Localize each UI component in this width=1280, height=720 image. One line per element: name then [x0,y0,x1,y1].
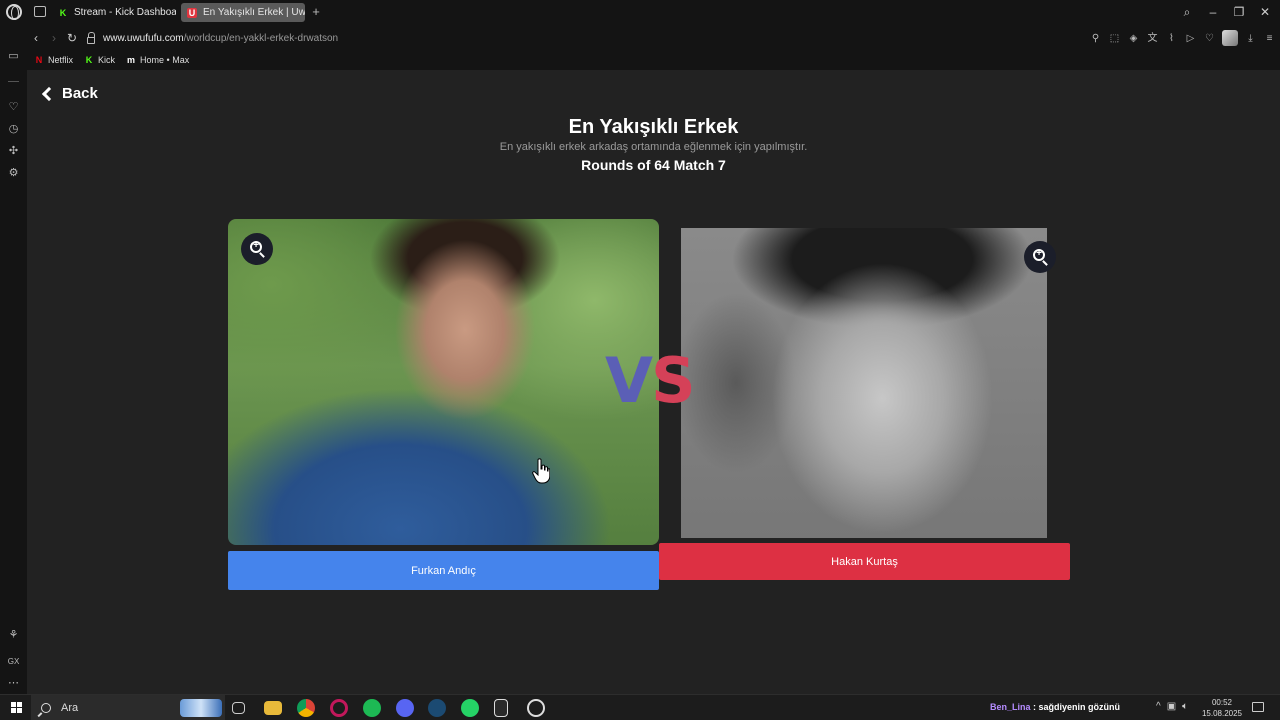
page-subtitle: En yakışıklı erkek arkadaş ortamında eğl… [499,141,808,153]
notifications-icon[interactable] [1252,702,1264,712]
kick-favicon-icon: K [59,7,67,18]
heart-icon[interactable]: ♡ [7,101,20,114]
right-candidate-button[interactable]: Hakan Kurtaş [659,543,1070,580]
extensions-icon[interactable]: ✣ [7,145,20,158]
url-field[interactable]: www.uwufufu.com/worldcup/en-yakkl-erkek-… [103,33,338,44]
vs-label: VS [605,344,696,417]
bookmarks-bar: N Netflix K Kick m Home • Max [27,50,1280,70]
new-tab-button[interactable]: + [310,5,322,19]
window-controls: ⌕ – ❐ ✕ [1180,4,1272,20]
restore-icon[interactable]: ❐ [1232,4,1246,20]
system-tray-icons: ^ ▣ 🔈︎ [1156,701,1188,712]
kick-icon: K [85,55,93,65]
forward-nav-icon[interactable]: › [45,31,63,45]
chevron-up-icon[interactable]: ^ [1156,701,1161,712]
netflix-icon: N [35,55,43,65]
url-domain: www.uwufufu.com [103,32,184,44]
back-nav-icon[interactable]: ‹ [27,31,45,45]
whatsapp-icon[interactable] [461,699,479,717]
snapshot-icon[interactable]: ⬚ [1108,32,1121,45]
sidebar-divider [8,81,19,82]
url-path: /worldcup/en-yakkl-erkek-drwatson [183,32,339,44]
windows-taskbar: Ara Ben_Lina : sağdiyenin gözünü ^ ▣ 🔈︎ … [0,694,1280,720]
left-candidate-photo[interactable] [228,219,659,545]
windows-start-icon[interactable] [11,702,22,713]
opera-gx-icon[interactable] [330,699,348,717]
bookmark-netflix[interactable]: N Netflix [35,55,73,65]
spotify-icon[interactable] [363,699,381,717]
chevron-left-icon [41,86,57,101]
taskbar-clock[interactable]: 00:52 15.08.2025 [1200,697,1244,719]
clock-time: 00:52 [1211,698,1233,707]
search-icon [41,702,51,713]
vs-letter-v: V [605,344,653,417]
vs-letter-s: S [650,344,696,417]
round-info: Rounds of 64 Match 7 [581,157,726,173]
personalize-icon[interactable]: ⌇ [1165,32,1178,45]
bookmark-label: Kick [98,55,116,65]
discord-icon[interactable] [396,699,414,717]
network-icon[interactable]: ▣ [1167,701,1176,712]
volume-icon[interactable]: 🔈︎ [1182,701,1188,712]
download-icon[interactable]: ⤓ [1244,32,1257,45]
bookmark-label: Home • Max [140,55,190,65]
settings-icon[interactable]: ⚙ [7,167,20,180]
customize-sidebar-icon[interactable]: ⚘ [7,629,20,642]
right-candidate-photo[interactable] [681,228,1047,538]
tray-chat-message: Ben_Lina : sağdiyenin gözünü [990,702,1120,712]
opera-logo-icon[interactable] [6,4,22,20]
hand-cursor-icon [532,458,550,484]
address-bar-actions: ⚲ ⬚ ◈ 文 ⌇ ▷ ♡ ⤓ ≡ [1089,30,1276,46]
zoom-handle [259,252,265,258]
history-icon[interactable]: ◷ [7,123,20,136]
zoom-left-button[interactable] [241,233,273,265]
lock-icon[interactable] [87,31,95,44]
tab-kick-dashboard[interactable]: K Stream - Kick Dashboard [52,3,176,22]
close-icon[interactable]: ✕ [1258,4,1272,20]
left-candidate-button[interactable]: Furkan Andıç [228,551,659,590]
send-icon[interactable]: ▷ [1184,32,1197,45]
reload-icon[interactable]: ↻ [63,31,81,45]
tab-label: Stream - Kick Dashboard [74,7,176,18]
page-title: En Yakışıklı Erkek [568,116,739,138]
address-bar: ‹ › ↻ www.uwufufu.com/worldcup/en-yakkl-… [27,26,1280,50]
bookmark-label: Netflix [48,55,74,65]
gx-icon[interactable]: GX [7,655,20,668]
tab-label: En Yakışıklı Erkek | UwUFufu [203,7,305,18]
task-view-icon[interactable] [232,702,245,714]
bookmark-max[interactable]: m Home • Max [127,55,189,65]
back-button[interactable]: Back [40,85,98,102]
search-placeholder: Ara [61,701,79,714]
minimize-icon[interactable]: – [1206,4,1220,20]
file-explorer-icon[interactable] [264,701,282,715]
tray-user: Ben_Lina [990,702,1031,712]
tab-island-icon[interactable] [34,6,46,17]
obs-icon[interactable] [527,699,545,717]
workspaces-icon[interactable]: ▭ [7,50,20,63]
heart-icon[interactable]: ♡ [1203,32,1216,45]
max-icon: m [127,55,136,65]
clock-date: 15.08.2025 [1201,709,1243,718]
shield-icon[interactable]: ◈ [1127,32,1140,45]
menu-icon[interactable]: ≡ [1263,32,1276,45]
tray-text: : sağdiyenin gözünü [1030,702,1121,712]
search-highlight-icon[interactable] [180,699,222,717]
translate-icon[interactable]: 文 [1146,32,1159,45]
bookmark-kick[interactable]: K Kick [85,55,115,65]
search-tabs-icon[interactable]: ⌕ [1180,4,1194,20]
epic-games-icon[interactable] [494,699,508,717]
tab-uwufufu[interactable]: U En Yakışıklı Erkek | UwUFufu [181,3,305,22]
pin-icon[interactable]: ⚲ [1089,32,1102,45]
uwufufu-favicon-icon: U [187,7,197,18]
more-icon[interactable]: ⋯ [7,677,20,690]
zoom-right-button[interactable] [1024,241,1056,273]
steam-icon[interactable] [428,699,446,717]
browser-tab-strip: K Stream - Kick Dashboard U En Yakışıklı… [0,0,1280,26]
browser-sidebar: ▭ ♡ ◷ ✣ ⚙ ⚘ GX ⋯ [0,26,27,694]
back-label: Back [62,85,98,102]
chrome-icon[interactable] [297,699,315,717]
page-content: Back En Yakışıklı Erkek En yakışıklı erk… [27,70,1280,694]
zoom-handle [1042,260,1048,266]
profile-avatar[interactable] [1222,30,1238,46]
